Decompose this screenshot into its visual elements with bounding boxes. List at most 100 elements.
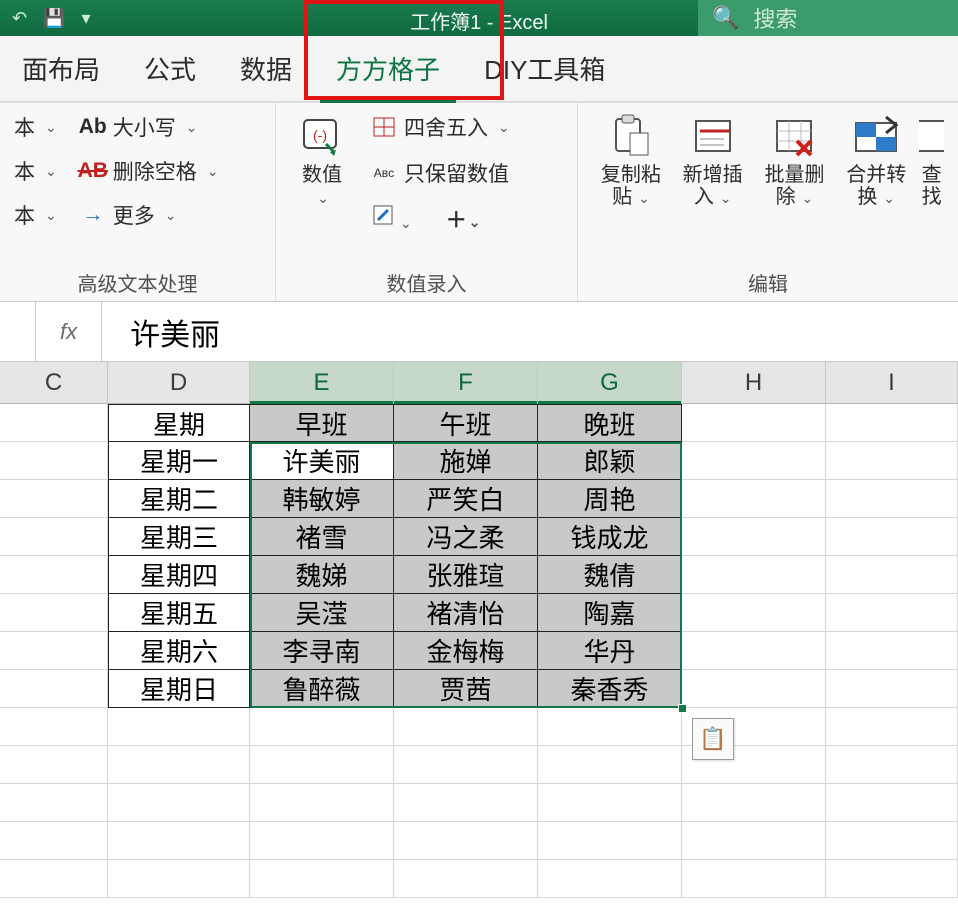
keepnum-button[interactable]: Aʙᴄ 只保留数值	[372, 158, 510, 188]
text-btn-3[interactable]: 本⌄	[14, 200, 57, 230]
cell[interactable]	[826, 404, 958, 442]
cell[interactable]: 郎颖	[538, 442, 682, 480]
cell[interactable]	[538, 822, 682, 860]
more-button[interactable]: → 更多 ⌄	[81, 200, 219, 230]
undo-icon[interactable]: ↶	[12, 8, 27, 29]
cell[interactable]: 晚班	[538, 404, 682, 442]
cell[interactable]	[250, 746, 394, 784]
cell[interactable]: 星期二	[108, 480, 250, 518]
cell[interactable]	[682, 784, 826, 822]
tab-diy[interactable]: DIY工具箱	[462, 42, 627, 95]
cell[interactable]: 早班	[250, 404, 394, 442]
cell[interactable]	[0, 594, 108, 632]
cell[interactable]	[538, 784, 682, 822]
plus-button[interactable]: ＋⌄	[446, 204, 481, 234]
cell[interactable]: 星期三	[108, 518, 250, 556]
cell[interactable]	[826, 480, 958, 518]
cell[interactable]	[538, 860, 682, 898]
cell[interactable]	[538, 708, 682, 746]
copy-paste-button[interactable]: 复制粘贴 ⌄	[592, 112, 670, 209]
cell[interactable]: 星期日	[108, 670, 250, 708]
cell[interactable]	[682, 822, 826, 860]
cell[interactable]	[0, 746, 108, 784]
cell[interactable]	[0, 708, 108, 746]
text-btn-1[interactable]: 本⌄	[14, 112, 57, 142]
cell[interactable]	[826, 442, 958, 480]
cell[interactable]: 张雅瑄	[394, 556, 538, 594]
cell[interactable]: 严笑白	[394, 480, 538, 518]
edit-small-button[interactable]: ⌄	[372, 204, 412, 234]
cell[interactable]: 李寻南	[250, 632, 394, 670]
cell[interactable]: 魏倩	[538, 556, 682, 594]
col-header-I[interactable]: I	[826, 362, 958, 403]
cell[interactable]: 魏娣	[250, 556, 394, 594]
cell[interactable]: 星期	[108, 404, 250, 442]
formula-input[interactable]: 许美丽	[102, 310, 958, 354]
cell[interactable]	[250, 784, 394, 822]
cell[interactable]	[0, 860, 108, 898]
col-header-E[interactable]: E	[250, 362, 394, 403]
cell[interactable]: 钱成龙	[538, 518, 682, 556]
cell[interactable]	[0, 632, 108, 670]
cell[interactable]: 褚清怡	[394, 594, 538, 632]
cell[interactable]	[0, 556, 108, 594]
cell[interactable]: 星期六	[108, 632, 250, 670]
cell[interactable]	[826, 784, 958, 822]
cell[interactable]	[826, 594, 958, 632]
cell[interactable]	[826, 556, 958, 594]
cell[interactable]	[682, 518, 826, 556]
round-button[interactable]: 四舍五入 ⌄	[372, 112, 510, 142]
cell[interactable]	[394, 784, 538, 822]
cell[interactable]	[0, 442, 108, 480]
cell[interactable]	[394, 708, 538, 746]
cell[interactable]	[108, 746, 250, 784]
insert-button[interactable]: 新增插入 ⌄	[674, 112, 752, 209]
qat-more-icon[interactable]: ▾	[82, 8, 91, 29]
search-box[interactable]: 🔍 搜索	[698, 0, 958, 36]
cell[interactable]	[0, 822, 108, 860]
cell[interactable]	[682, 556, 826, 594]
cell[interactable]	[682, 404, 826, 442]
col-header-C[interactable]: C	[0, 362, 108, 403]
cell[interactable]	[0, 404, 108, 442]
col-header-D[interactable]: D	[108, 362, 250, 403]
trim-button[interactable]: AB 删除空格 ⌄	[81, 156, 219, 186]
cell[interactable]: 贾茜	[394, 670, 538, 708]
cell[interactable]: 吴滢	[250, 594, 394, 632]
cell[interactable]	[682, 670, 826, 708]
tab-formula[interactable]: 公式	[122, 42, 218, 95]
cell[interactable]	[682, 860, 826, 898]
cell[interactable]: 褚雪	[250, 518, 394, 556]
cell[interactable]: 午班	[394, 404, 538, 442]
cell[interactable]	[826, 746, 958, 784]
merge-button[interactable]: 合并转换 ⌄	[837, 112, 915, 209]
cell[interactable]	[826, 708, 958, 746]
find-button[interactable]: 查找	[919, 112, 944, 209]
col-header-G[interactable]: G	[538, 362, 682, 403]
tab-page-layout[interactable]: 面布局	[0, 42, 122, 95]
cell[interactable]	[108, 860, 250, 898]
cell[interactable]: 星期五	[108, 594, 250, 632]
cell[interactable]	[250, 822, 394, 860]
cell[interactable]	[826, 632, 958, 670]
cell[interactable]: 韩敏婷	[250, 480, 394, 518]
name-box[interactable]	[0, 302, 36, 361]
paste-options-button[interactable]: 📋	[692, 718, 734, 760]
fill-handle[interactable]	[678, 704, 687, 713]
cell[interactable]	[394, 822, 538, 860]
col-header-H[interactable]: H	[682, 362, 826, 403]
cell[interactable]: 金梅梅	[394, 632, 538, 670]
cell[interactable]: 施婵	[394, 442, 538, 480]
cell[interactable]	[0, 784, 108, 822]
cell[interactable]	[0, 670, 108, 708]
cell[interactable]	[538, 746, 682, 784]
cell[interactable]: 星期一	[108, 442, 250, 480]
cell[interactable]	[826, 670, 958, 708]
tab-data[interactable]: 数据	[218, 42, 314, 95]
cell[interactable]	[394, 860, 538, 898]
cell[interactable]: 星期四	[108, 556, 250, 594]
cell[interactable]: 陶嘉	[538, 594, 682, 632]
cell[interactable]	[394, 746, 538, 784]
cell[interactable]	[826, 822, 958, 860]
cell[interactable]	[826, 860, 958, 898]
